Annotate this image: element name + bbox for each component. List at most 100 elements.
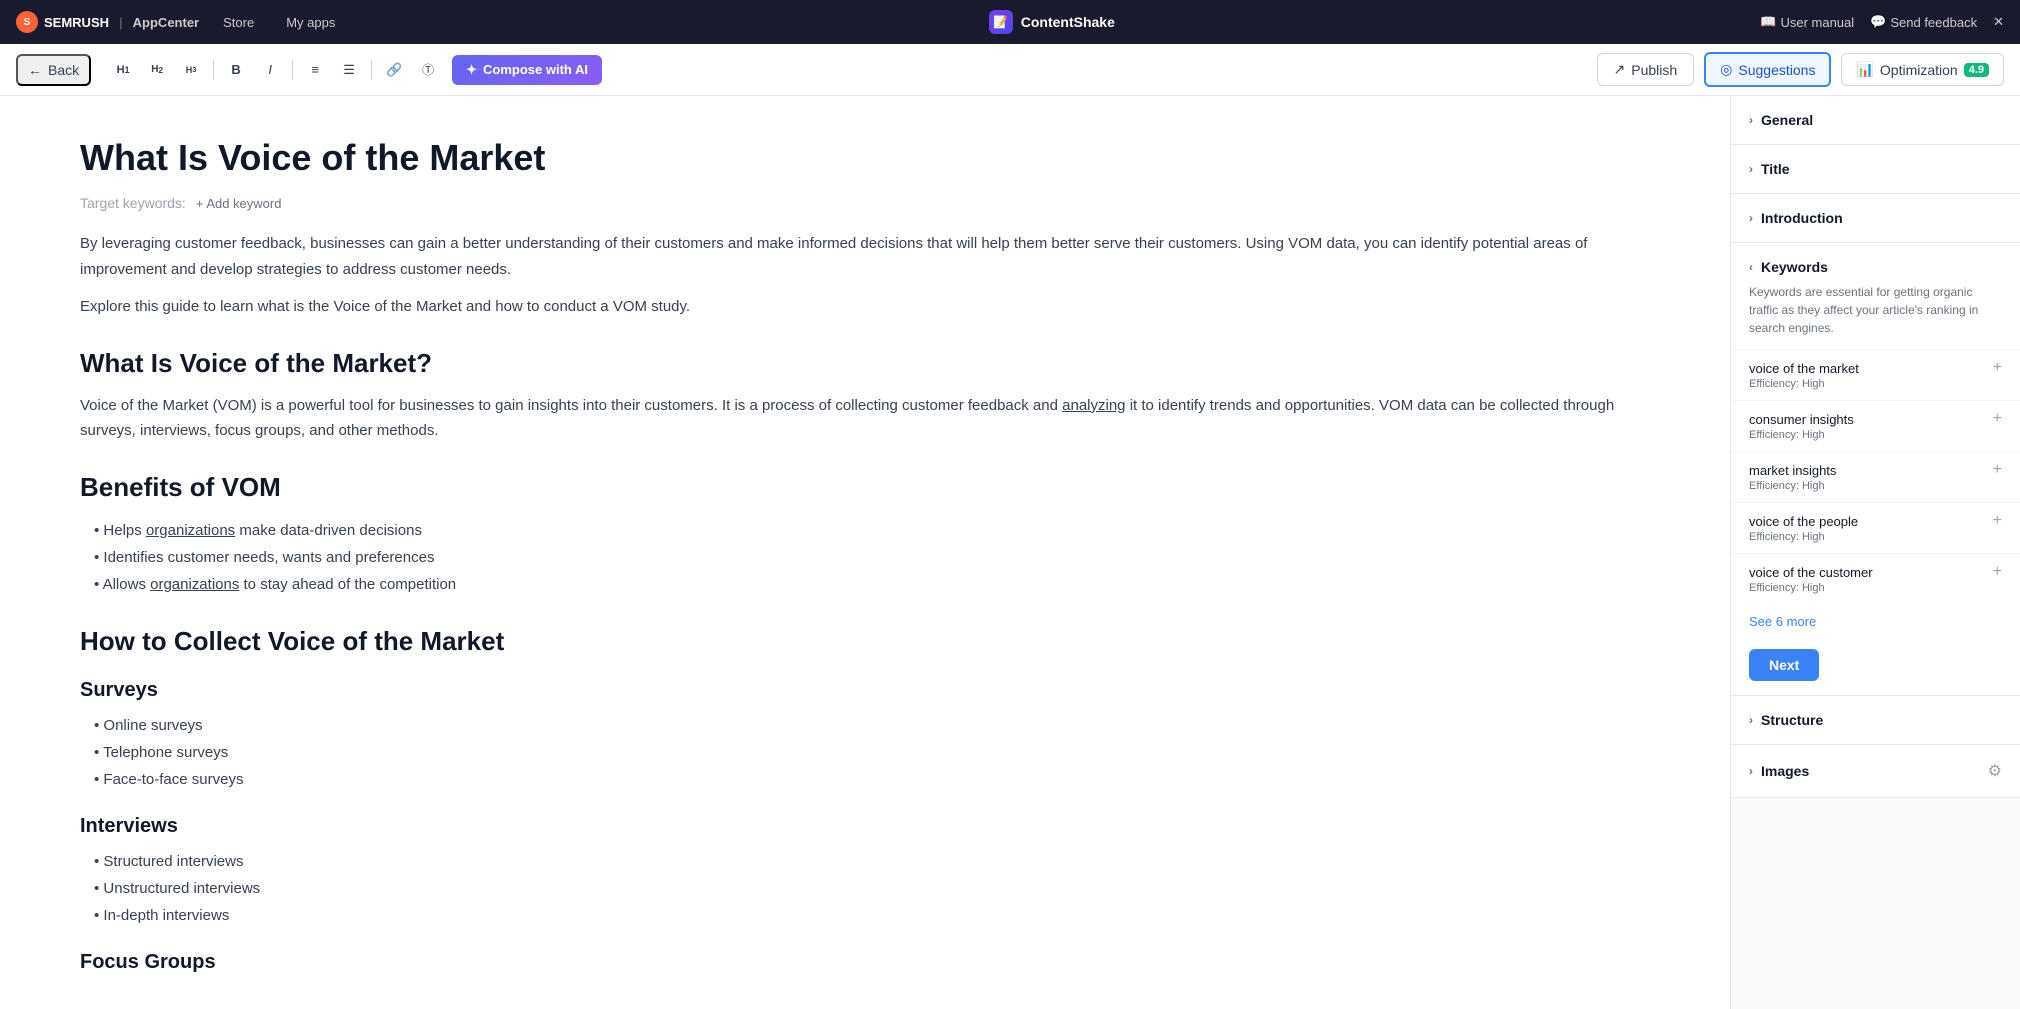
next-button[interactable]: Next: [1749, 649, 1819, 681]
keyword-item-2: market insights + Efficiency: High: [1731, 451, 2020, 502]
keyword-add-button-2[interactable]: +: [1993, 462, 2002, 478]
target-keywords-row: Target keywords: + Add keyword: [80, 195, 1650, 211]
images-section: › Images ⚙: [1731, 745, 2020, 798]
keyword-efficiency-1: Efficiency: High: [1749, 429, 2002, 441]
toolbar-right: ↗ Publish ◎ Suggestions 📊 Optimization 4…: [1597, 52, 2004, 87]
introduction-section-header[interactable]: › Introduction: [1731, 194, 2020, 242]
top-navigation: S SEMRUSH | AppCenter Store My apps 📝 Co…: [0, 0, 2020, 44]
benefits-list: Helps organizations make data-driven dec…: [80, 517, 1650, 598]
keyword-add-button-4[interactable]: +: [1993, 564, 2002, 580]
keyword-efficiency-4: Efficiency: High: [1749, 582, 2002, 594]
general-section-title: › General: [1749, 112, 1813, 128]
close-button[interactable]: ✕: [1993, 14, 2004, 30]
italic-button[interactable]: I: [254, 54, 286, 86]
suggestions-icon: ◎: [1720, 61, 1732, 78]
keyword-item-4: voice of the customer + Efficiency: High: [1731, 553, 2020, 604]
format-separator-2: [292, 60, 293, 80]
ordered-list-button[interactable]: ≡: [299, 54, 331, 86]
keyword-item-1: consumer insights + Efficiency: High: [1731, 400, 2020, 451]
general-section-header[interactable]: › General: [1731, 96, 2020, 144]
back-button[interactable]: ← Back: [16, 54, 91, 86]
section2-heading[interactable]: Benefits of VOM: [80, 472, 1650, 503]
keywords-description: Keywords are essential for getting organ…: [1731, 279, 2020, 349]
introduction-section: › Introduction: [1731, 194, 2020, 243]
keywords-section-header[interactable]: ‹ Keywords: [1731, 243, 2020, 279]
focus-groups-heading[interactable]: Focus Groups: [80, 951, 1650, 974]
survey-item-1: Online surveys: [90, 712, 1650, 739]
organizations-link-2[interactable]: organizations: [150, 576, 239, 593]
surveys-heading[interactable]: Surveys: [80, 679, 1650, 702]
user-manual-link[interactable]: 📖 User manual: [1760, 14, 1854, 30]
editor-area[interactable]: What Is Voice of the Market Target keywo…: [0, 96, 1730, 1009]
structure-section-title: › Structure: [1749, 712, 1823, 728]
interviews-heading[interactable]: Interviews: [80, 815, 1650, 838]
chevron-right-icon-images: ›: [1749, 764, 1753, 778]
settings-icon[interactable]: ⚙: [1988, 761, 2002, 781]
keyword-item-0: voice of the market + Efficiency: High: [1731, 349, 2020, 400]
keyword-row-1: consumer insights +: [1749, 411, 2002, 427]
keywords-section-title: ‹ Keywords: [1749, 259, 1828, 275]
keyword-row-2: market insights +: [1749, 462, 2002, 478]
editor-toolbar: ← Back H1 H2 H3 B I ≡ ☰ 🔗 Ⓣ ✦ Compose wi…: [0, 44, 2020, 96]
feedback-icon: 💬: [1870, 14, 1886, 30]
keyword-add-button-0[interactable]: +: [1993, 360, 2002, 376]
bold-button[interactable]: B: [220, 54, 252, 86]
keyword-efficiency-2: Efficiency: High: [1749, 480, 2002, 492]
format-toolbar: H1 H2 H3 B I ≡ ☰ 🔗 Ⓣ: [107, 54, 444, 86]
heading2-button[interactable]: H2: [141, 54, 173, 86]
optimization-button[interactable]: 📊 Optimization 4.9: [1841, 53, 2004, 86]
main-layout: What Is Voice of the Market Target keywo…: [0, 96, 2020, 1009]
add-keyword-button[interactable]: + Add keyword: [196, 196, 282, 211]
send-feedback-link[interactable]: 💬 Send feedback: [1870, 14, 1977, 30]
unordered-list-button[interactable]: ☰: [333, 54, 365, 86]
organizations-link-1[interactable]: organizations: [146, 522, 235, 539]
format-separator-3: [371, 60, 372, 80]
keyword-add-button-3[interactable]: +: [1993, 513, 2002, 529]
optimization-icon: 📊: [1856, 61, 1873, 78]
semrush-logo-icon: S: [16, 11, 38, 33]
heading1-button[interactable]: H1: [107, 54, 139, 86]
myapps-link[interactable]: My apps: [278, 11, 343, 34]
heading3-button[interactable]: H3: [175, 54, 207, 86]
link-button[interactable]: 🔗: [378, 54, 410, 86]
section3-heading[interactable]: How to Collect Voice of the Market: [80, 626, 1650, 657]
share-icon: ↗: [1614, 61, 1626, 78]
survey-item-2: Telephone surveys: [90, 739, 1650, 766]
app-icon: 📝: [989, 10, 1013, 34]
compose-with-ai-button[interactable]: ✦ Compose with AI: [452, 55, 602, 85]
appcenter-label: AppCenter: [133, 15, 199, 30]
analyzing-link[interactable]: analyzing: [1062, 397, 1125, 414]
see-more-link[interactable]: See 6 more: [1731, 604, 2020, 639]
topnav-right: 📖 User manual 💬 Send feedback ✕: [1760, 14, 2004, 30]
publish-button[interactable]: ↗ Publish: [1597, 53, 1695, 86]
intro-paragraph-2[interactable]: Explore this guide to learn what is the …: [80, 294, 1650, 320]
nav-divider: |: [119, 15, 123, 30]
stars-icon: ✦: [466, 62, 477, 78]
right-panel: › General › Title › Introduction: [1730, 96, 2020, 1009]
benefit-item-1: Helps organizations make data-driven dec…: [90, 517, 1650, 544]
benefit-item-2: Identifies customer needs, wants and pre…: [90, 544, 1650, 571]
chevron-right-icon-title: ›: [1749, 162, 1753, 176]
document-title[interactable]: What Is Voice of the Market: [80, 136, 1650, 179]
keyword-efficiency-0: Efficiency: High: [1749, 378, 2002, 390]
interview-item-1: Structured interviews: [90, 848, 1650, 875]
keyword-row-3: voice of the people +: [1749, 513, 2002, 529]
semrush-logo[interactable]: S SEMRUSH | AppCenter: [16, 11, 199, 33]
store-link[interactable]: Store: [215, 11, 262, 34]
keyword-add-button-1[interactable]: +: [1993, 411, 2002, 427]
keyword-name-1: consumer insights: [1749, 412, 1854, 427]
keyword-name-4: voice of the customer: [1749, 565, 1873, 580]
chevron-right-icon: ›: [1749, 113, 1753, 127]
section1-heading[interactable]: What Is Voice of the Market?: [80, 348, 1650, 379]
suggestions-button[interactable]: ◎ Suggestions: [1704, 52, 1831, 87]
images-section-header[interactable]: › Images ⚙: [1731, 745, 2020, 797]
title-section-title: › Title: [1749, 161, 1790, 177]
structure-section-header[interactable]: › Structure: [1731, 696, 2020, 744]
chevron-down-icon: ‹: [1749, 260, 1753, 274]
title-section-header[interactable]: › Title: [1731, 145, 2020, 193]
intro-paragraph-1[interactable]: By leveraging customer feedback, busines…: [80, 231, 1650, 282]
section1-paragraph[interactable]: Voice of the Market (VOM) is a powerful …: [80, 393, 1650, 444]
structure-section: › Structure: [1731, 696, 2020, 745]
topnav-left: S SEMRUSH | AppCenter Store My apps: [16, 11, 343, 34]
text-button[interactable]: Ⓣ: [412, 54, 444, 86]
